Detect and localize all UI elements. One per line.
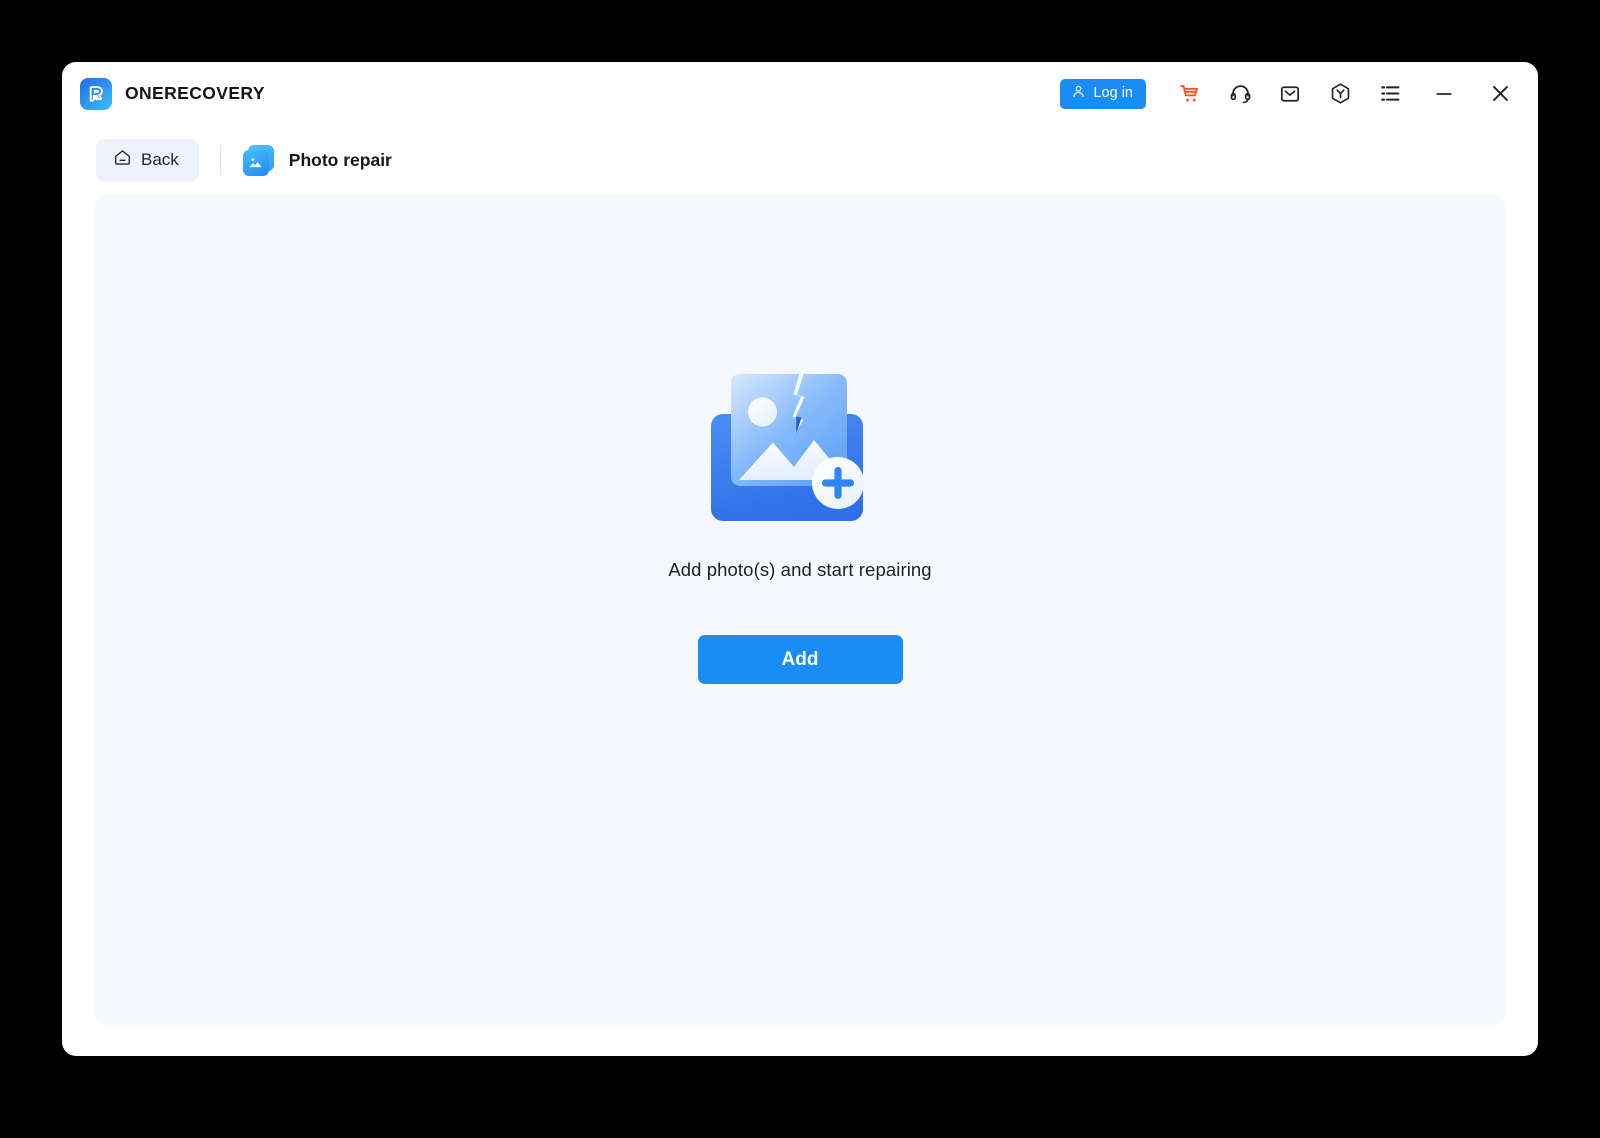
content-wrapper: Add photo(s) and start repairing Add	[62, 195, 1538, 1056]
headset-icon[interactable]	[1220, 74, 1260, 114]
app-window: ONERECOVERY Log in Back Photo repair Add…	[62, 62, 1538, 1056]
drop-zone-panel[interactable]: Add photo(s) and start repairing Add	[95, 195, 1505, 1025]
box-icon[interactable]	[1320, 74, 1360, 114]
brand: ONERECOVERY	[80, 77, 265, 110]
app-title: ONERECOVERY	[125, 83, 265, 103]
titlebar-actions: Log in	[1060, 74, 1520, 114]
close-button[interactable]	[1480, 74, 1520, 114]
desktop-backdrop: ONERECOVERY Log in Back Photo repair Add…	[0, 0, 1600, 1138]
cart-icon[interactable]	[1170, 74, 1210, 114]
sub-toolbar: Back Photo repair	[62, 125, 1538, 195]
list-icon[interactable]	[1370, 74, 1410, 114]
photo-repair-icon-front-layer	[242, 149, 269, 176]
back-button[interactable]: Back	[96, 138, 199, 182]
add-button[interactable]: Add	[697, 635, 903, 684]
login-button-label: Log in	[1093, 85, 1133, 102]
minimize-button[interactable]	[1424, 74, 1464, 114]
empty-state: Add photo(s) and start repairing Add	[668, 370, 932, 684]
page-heading: Photo repair	[242, 144, 392, 176]
mail-icon[interactable]	[1270, 74, 1310, 114]
photo-repair-icon	[242, 144, 274, 176]
title-bar: ONERECOVERY Log in	[62, 62, 1538, 125]
toolbar-divider	[219, 146, 221, 174]
login-button[interactable]: Log in	[1060, 78, 1146, 109]
empty-state-prompt: Add photo(s) and start repairing	[668, 559, 932, 580]
broken-photo-add-illustration	[711, 370, 889, 525]
page-title: Photo repair	[288, 149, 392, 170]
home-icon	[113, 148, 132, 172]
user-icon	[1071, 84, 1086, 103]
back-button-label: Back	[141, 150, 179, 169]
onerecovery-logo-icon	[80, 77, 112, 110]
